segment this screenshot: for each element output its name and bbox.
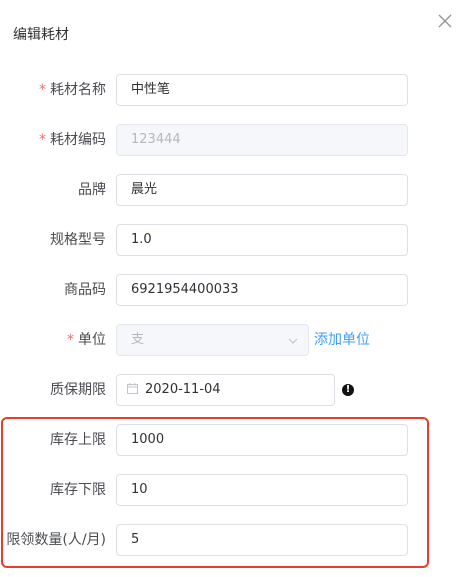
code-label: * 耗材编码 xyxy=(39,132,106,148)
barcode-input[interactable]: 6921954400033 xyxy=(116,274,408,306)
close-icon[interactable] xyxy=(436,12,454,30)
form-row-barcode: 商品码 6921954400033 xyxy=(0,274,468,306)
stock-min-label: 库存下限 xyxy=(50,482,106,498)
unit-label: * 单位 xyxy=(67,332,106,348)
form-row-stock-max: 库存上限 1000 xyxy=(0,424,468,456)
stock-max-label: 库存上限 xyxy=(50,432,106,448)
form-row-name: * 耗材名称 中性笔 xyxy=(0,74,468,106)
required-mark: * xyxy=(67,332,74,348)
form-row-unit: * 单位 支 添加单位 xyxy=(0,324,468,356)
form-row-spec: 规格型号 1.0 xyxy=(0,224,468,256)
spec-label: 规格型号 xyxy=(50,232,106,248)
form-row-warranty: 质保期限 2020-11-04 ! xyxy=(0,374,468,406)
form-row-limit: 限领数量(人/月) 5 xyxy=(0,524,468,556)
warranty-date-value: 2020-11-04 xyxy=(145,382,221,397)
warranty-date-picker[interactable]: 2020-11-04 xyxy=(116,374,335,406)
dialog-title: 编辑耗材 xyxy=(13,27,69,43)
edit-consumable-dialog: 编辑耗材 * 耗材名称 中性笔 * 耗材编码 123444 品牌 晨光 规格型号 1… xyxy=(0,0,468,577)
unit-select-value: 支 xyxy=(131,332,145,347)
unit-select[interactable]: 支 xyxy=(116,324,309,356)
limit-label: 限领数量(人/月) xyxy=(6,532,106,548)
stock-min-input[interactable]: 10 xyxy=(116,474,408,506)
add-unit-link[interactable]: 添加单位 xyxy=(314,324,370,356)
name-input[interactable]: 中性笔 xyxy=(116,74,408,106)
chevron-down-icon xyxy=(288,338,298,344)
calendar-icon xyxy=(127,383,138,394)
stock-max-input[interactable]: 1000 xyxy=(116,424,408,456)
limit-input[interactable]: 5 xyxy=(116,524,408,556)
brand-label: 品牌 xyxy=(78,182,106,198)
code-input: 123444 xyxy=(116,124,408,156)
required-mark: * xyxy=(39,82,46,98)
barcode-label: 商品码 xyxy=(64,282,106,298)
form-row-brand: 品牌 晨光 xyxy=(0,174,468,206)
name-label: * 耗材名称 xyxy=(39,82,106,98)
required-mark: * xyxy=(39,132,46,148)
form-row-stock-min: 库存下限 10 xyxy=(0,474,468,506)
info-icon[interactable]: ! xyxy=(342,384,354,396)
brand-input[interactable]: 晨光 xyxy=(116,174,408,206)
spec-input[interactable]: 1.0 xyxy=(116,224,408,256)
form-row-code: * 耗材编码 123444 xyxy=(0,124,468,156)
warranty-label: 质保期限 xyxy=(50,382,106,398)
